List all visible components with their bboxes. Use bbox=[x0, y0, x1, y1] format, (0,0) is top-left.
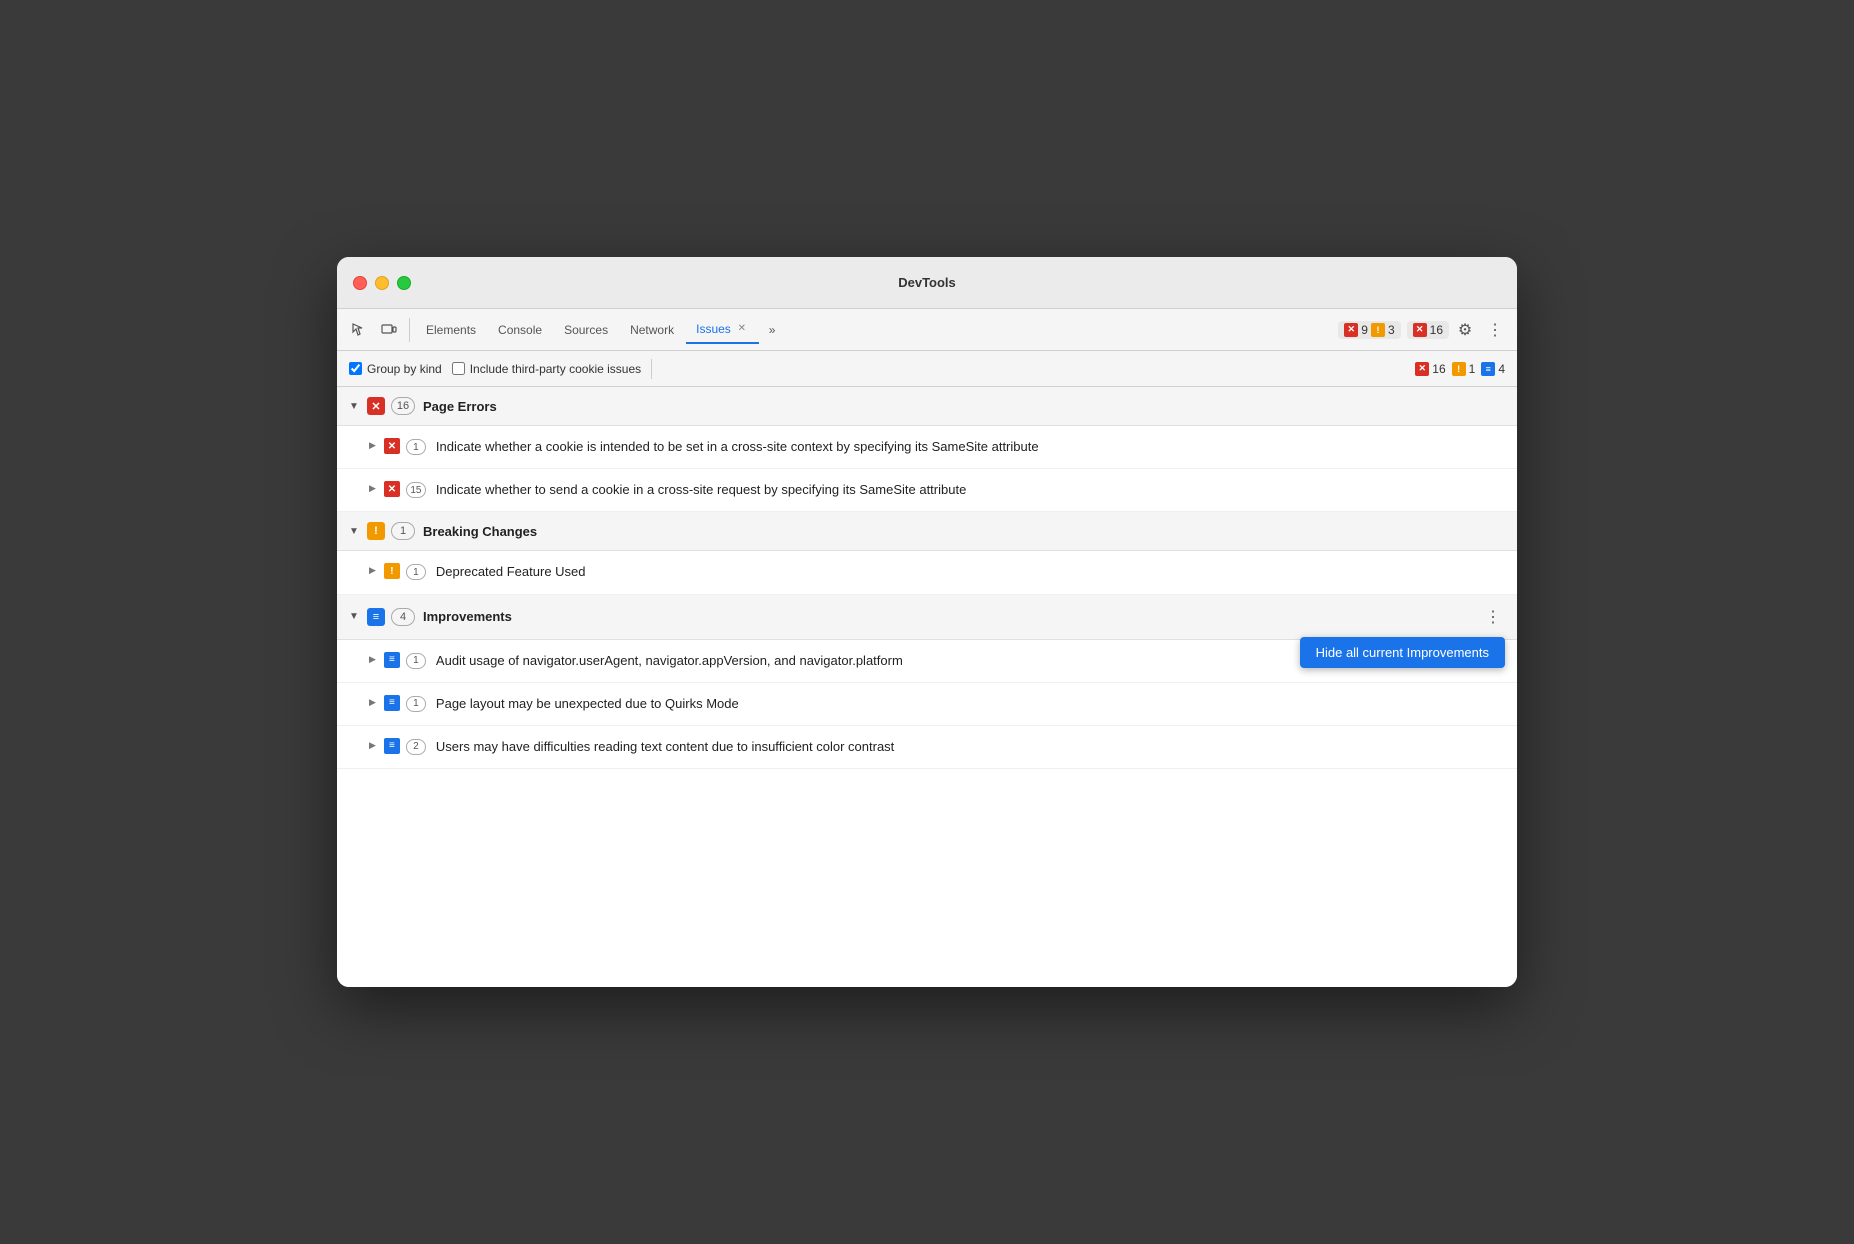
page-errors-icon: ✕ bbox=[367, 397, 385, 415]
improvements-dropdown[interactable]: Hide all current Improvements bbox=[1300, 637, 1505, 668]
sec-info-icon: ≡ bbox=[1481, 362, 1495, 376]
issue-count-4: 1 bbox=[406, 653, 426, 669]
sec-error-icon: ✕ bbox=[1415, 362, 1429, 376]
issue-expand-arrow-3: ▶ bbox=[369, 565, 376, 576]
issue-text-5: Page layout may be unexpected due to Qui… bbox=[436, 695, 739, 713]
page-errors-items: ▶ ✕ 1 Indicate whether a cookie is inten… bbox=[337, 426, 1517, 512]
issue-item-color-contrast[interactable]: ▶ ≡ 2 Users may have difficulties readin… bbox=[337, 726, 1517, 769]
breaking-changes-title: Breaking Changes bbox=[423, 524, 537, 539]
breaking-changes-section: ▼ ! 1 Breaking Changes ▶ ! 1 Deprecated … bbox=[337, 512, 1517, 594]
issue-info-icon-3: ≡ bbox=[384, 738, 400, 754]
close-button[interactable] bbox=[353, 276, 367, 290]
breaking-changes-count: 1 bbox=[391, 522, 415, 540]
issue-count-1: 1 bbox=[406, 439, 426, 455]
secondary-badges: ✕ 16 ! 1 ≡ 4 bbox=[1415, 362, 1505, 376]
tab-elements[interactable]: Elements bbox=[416, 316, 486, 344]
page-errors-section: ▼ ✕ 16 Page Errors ▶ ✕ 1 Indicate whethe… bbox=[337, 387, 1517, 512]
page-errors-header[interactable]: ▼ ✕ 16 Page Errors bbox=[337, 387, 1517, 426]
improvements-section: ▼ ≡ 4 Improvements ⋮ Hide all current Im… bbox=[337, 595, 1517, 770]
tab-more-button[interactable]: » bbox=[761, 319, 784, 341]
issue-text-2: Indicate whether to send a cookie in a c… bbox=[436, 481, 966, 499]
tab-console[interactable]: Console bbox=[488, 316, 552, 344]
issue-text-3: Deprecated Feature Used bbox=[436, 563, 586, 581]
issue-error-icon-2: ✕ bbox=[384, 481, 400, 497]
issue-text-1: Indicate whether a cookie is intended to… bbox=[436, 438, 1039, 456]
issue-count-5: 1 bbox=[406, 696, 426, 712]
issue-count-2: 15 bbox=[406, 482, 426, 498]
settings-button[interactable]: ⚙ bbox=[1451, 316, 1479, 344]
improvements-icon: ≡ bbox=[367, 608, 385, 626]
issue-item-quirks-mode[interactable]: ▶ ≡ 1 Page layout may be unexpected due … bbox=[337, 683, 1517, 726]
tab-sources[interactable]: Sources bbox=[554, 316, 618, 344]
error-icon: ✕ bbox=[1344, 323, 1358, 337]
main-toolbar: Elements Console Sources Network Issues … bbox=[337, 309, 1517, 351]
issue-item-cookie-samesite-1[interactable]: ▶ ✕ 1 Indicate whether a cookie is inten… bbox=[337, 426, 1517, 469]
improvements-header[interactable]: ▼ ≡ 4 Improvements ⋮ Hide all current Im… bbox=[337, 595, 1517, 640]
inspect-element-button[interactable] bbox=[345, 316, 373, 344]
window-title: DevTools bbox=[898, 275, 956, 290]
sec-warning-badge[interactable]: ! 1 bbox=[1452, 362, 1476, 376]
breaking-changes-icon: ! bbox=[367, 522, 385, 540]
traffic-lights bbox=[353, 276, 411, 290]
issue-expand-arrow-4: ▶ bbox=[369, 654, 376, 665]
third-party-checkbox-label[interactable]: Include third-party cookie issues bbox=[452, 362, 641, 376]
issue-warning-icon: ! bbox=[384, 563, 400, 579]
issue-expand-arrow-5: ▶ bbox=[369, 697, 376, 708]
issue-item-deprecated[interactable]: ▶ ! 1 Deprecated Feature Used bbox=[337, 551, 1517, 594]
issue-text-4: Audit usage of navigator.userAgent, navi… bbox=[436, 652, 903, 670]
page-errors-count: 16 bbox=[391, 397, 415, 415]
page-errors-arrow: ▼ bbox=[349, 401, 359, 412]
device-toolbar-button[interactable] bbox=[375, 316, 403, 344]
issue-text-6: Users may have difficulties reading text… bbox=[436, 738, 894, 756]
issue-expand-arrow: ▶ bbox=[369, 440, 376, 451]
toolbar-divider-1 bbox=[409, 318, 410, 342]
sec-warning-icon: ! bbox=[1452, 362, 1466, 376]
improvements-count: 4 bbox=[391, 608, 415, 626]
issue-error-icon: ✕ bbox=[384, 438, 400, 454]
group-by-kind-checkbox-label[interactable]: Group by kind bbox=[349, 362, 442, 376]
sec-error-badge[interactable]: ✕ 16 bbox=[1415, 362, 1445, 376]
tab-network[interactable]: Network bbox=[620, 316, 684, 344]
issue-count-6: 2 bbox=[406, 739, 426, 755]
titlebar: DevTools bbox=[337, 257, 1517, 309]
error-icon-2: ✕ bbox=[1413, 323, 1427, 337]
improvements-arrow: ▼ bbox=[349, 611, 359, 622]
issue-expand-arrow-6: ▶ bbox=[369, 740, 376, 751]
breaking-changes-arrow: ▼ bbox=[349, 526, 359, 537]
toolbar-badges: ✕ 9 ! 3 ✕ 16 bbox=[1338, 321, 1449, 339]
secondary-toolbar: Group by kind Include third-party cookie… bbox=[337, 351, 1517, 387]
issue-item-cookie-samesite-2[interactable]: ▶ ✕ 15 Indicate whether to send a cookie… bbox=[337, 469, 1517, 512]
error-warning-badge[interactable]: ✕ 9 ! 3 bbox=[1338, 321, 1400, 339]
minimize-button[interactable] bbox=[375, 276, 389, 290]
improvements-title: Improvements bbox=[423, 609, 512, 624]
tab-close-issues[interactable]: ✕ bbox=[735, 322, 749, 336]
breaking-changes-items: ▶ ! 1 Deprecated Feature Used bbox=[337, 551, 1517, 594]
maximize-button[interactable] bbox=[397, 276, 411, 290]
improvements-more-button[interactable]: ⋮ Hide all current Improvements bbox=[1481, 605, 1505, 629]
issue-expand-arrow-2: ▶ bbox=[369, 483, 376, 494]
more-options-button[interactable]: ⋮ bbox=[1481, 316, 1509, 344]
breaking-changes-header[interactable]: ▼ ! 1 Breaking Changes bbox=[337, 512, 1517, 551]
issue-info-icon-2: ≡ bbox=[384, 695, 400, 711]
issue-info-icon-1: ≡ bbox=[384, 652, 400, 668]
devtools-window: DevTools Elements Console Sources Networ… bbox=[337, 257, 1517, 987]
group-by-kind-checkbox[interactable] bbox=[349, 362, 362, 375]
error-count-badge[interactable]: ✕ 16 bbox=[1407, 321, 1449, 339]
secondary-divider bbox=[651, 359, 652, 379]
issues-content: ▼ ✕ 16 Page Errors ▶ ✕ 1 Indicate whethe… bbox=[337, 387, 1517, 987]
page-errors-title: Page Errors bbox=[423, 399, 497, 414]
third-party-checkbox[interactable] bbox=[452, 362, 465, 375]
tab-issues[interactable]: Issues ✕ bbox=[686, 316, 759, 344]
issue-count-3: 1 bbox=[406, 564, 426, 580]
sec-info-badge[interactable]: ≡ 4 bbox=[1481, 362, 1505, 376]
warning-icon: ! bbox=[1371, 323, 1385, 337]
